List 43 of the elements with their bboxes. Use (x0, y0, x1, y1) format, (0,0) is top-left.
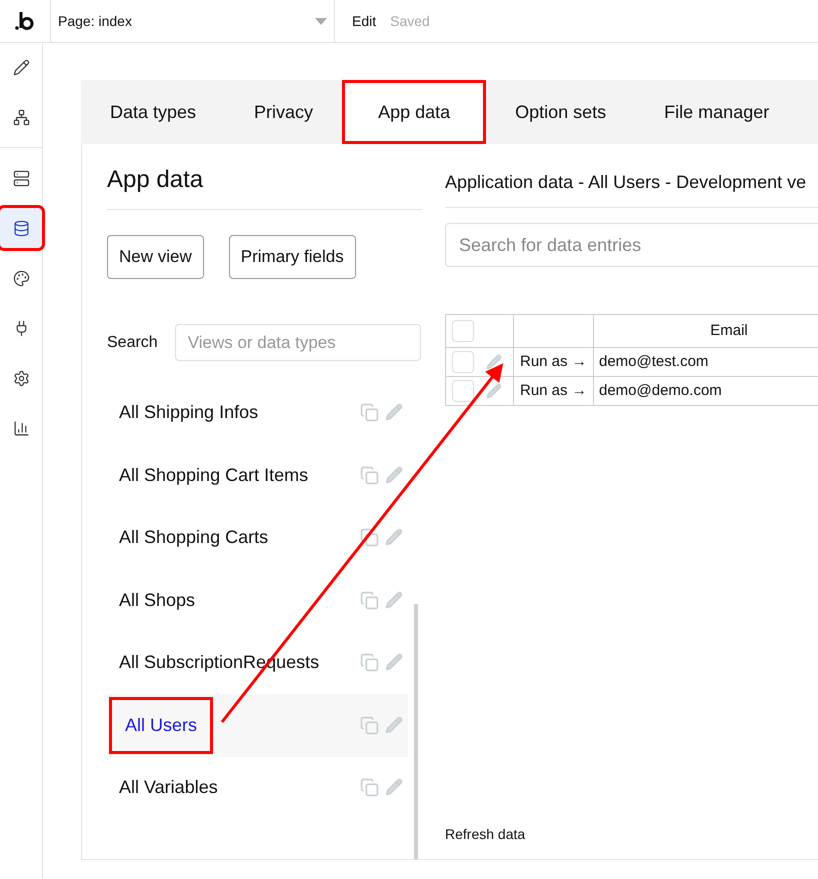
pencil-icon (12, 58, 30, 76)
sidebar-button[interactable] (0, 208, 42, 248)
data-view-label: All Shopping Carts (119, 526, 268, 550)
sitemap-icon (12, 108, 30, 126)
data-view-label: All Users (109, 696, 214, 754)
panel-title: App data (107, 166, 204, 193)
saved-status: Saved (390, 12, 430, 30)
data-view-item[interactable]: All Shopping Carts (107, 506, 408, 569)
run-as-link[interactable]: Run as → (514, 348, 594, 376)
database-icon (12, 220, 30, 236)
tab[interactable]: Option sets (486, 80, 636, 144)
data-view-title: Application data - All Users - Development ve (445, 169, 818, 208)
row-checkbox[interactable] (452, 380, 474, 402)
tab[interactable]: Data types (81, 80, 226, 144)
data-view-label: All Shopping Cart Items (119, 464, 308, 487)
data-view-label: All Variables (119, 776, 218, 800)
dropdown-caret-icon (315, 18, 327, 24)
palette-icon (12, 270, 30, 286)
search-field[interactable]: Views or data types (174, 324, 421, 361)
data-view-label: All Shipping Infos (119, 401, 258, 424)
tab[interactable]: File manager (635, 80, 798, 144)
select-all-checkbox[interactable] (452, 320, 474, 342)
edit-icon[interactable] (486, 354, 502, 370)
logo-icon[interactable] (14, 10, 36, 32)
copy-icon[interactable] (360, 528, 379, 548)
server-icon (12, 170, 30, 186)
run-as-link[interactable]: Run as → (514, 376, 594, 406)
data-view-label: All Shops (119, 588, 196, 612)
search-label: Search (107, 332, 158, 352)
scrollbar[interactable] (414, 604, 418, 859)
view-button[interactable]: New view (107, 235, 204, 279)
bar-chart-icon (12, 420, 30, 436)
edit-icon[interactable] (486, 383, 502, 399)
edit-menu[interactable]: Edit (352, 10, 376, 32)
row-checkbox[interactable] (452, 351, 474, 373)
tab[interactable]: Privacy (225, 80, 342, 144)
view-button[interactable]: Primary fields (228, 235, 356, 279)
page-select[interactable]: Page: index (51, 0, 335, 42)
refresh-link[interactable]: Refresh data (445, 824, 526, 845)
column-header: Email (594, 314, 818, 348)
search-field[interactable]: Search for data entries (445, 223, 818, 267)
tab[interactable]: App data (342, 80, 486, 144)
settings-icon (12, 370, 30, 386)
